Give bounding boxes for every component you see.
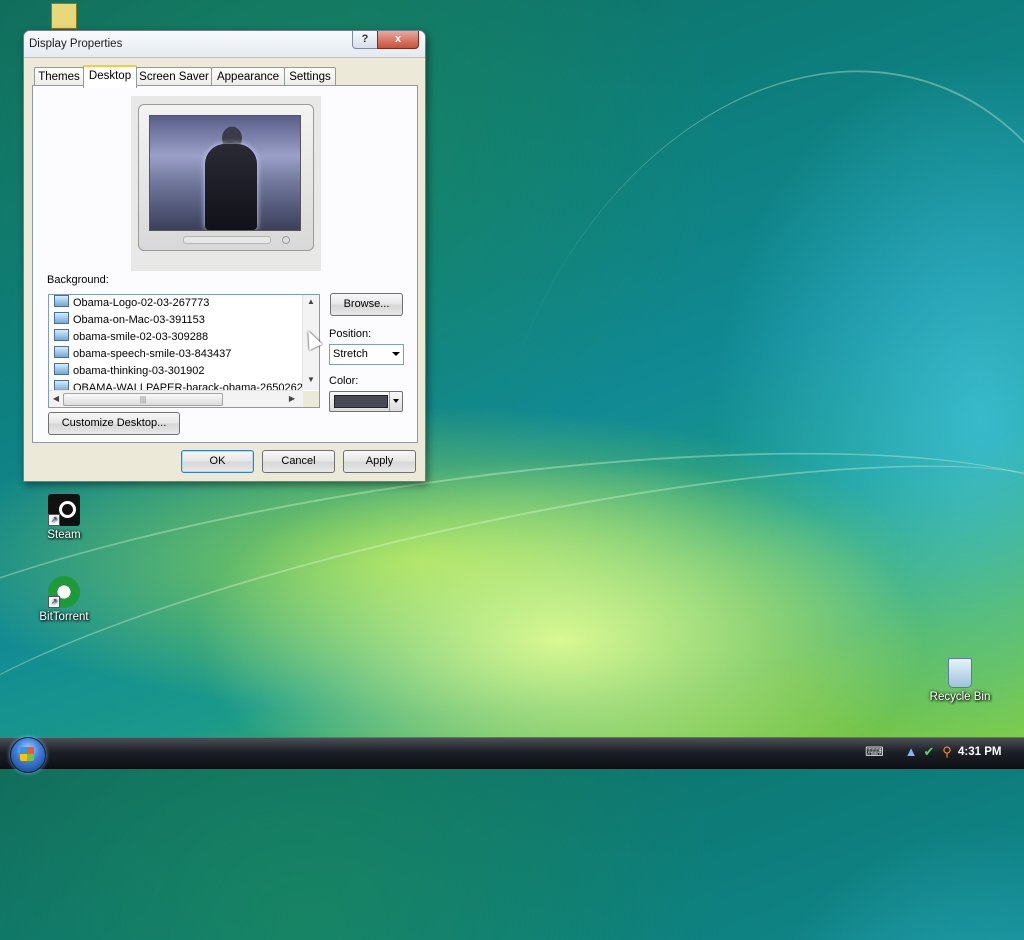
desktop-icon-steam[interactable]: ↗ Steam xyxy=(24,494,104,541)
browse-button[interactable]: Browse... xyxy=(330,293,403,316)
list-item[interactable]: obama-smile-02-03-309288 xyxy=(54,329,208,346)
taskbar-clock[interactable]: 4:31 PM xyxy=(958,746,1001,758)
cancel-button[interactable]: Cancel xyxy=(262,450,335,473)
scroll-up-arrow-icon[interactable]: ▲ xyxy=(304,295,318,309)
list-item-label: Obama-on-Mac-03-391153 xyxy=(73,314,205,326)
position-label: Position: xyxy=(329,328,372,340)
list-item-label: obama-smile-02-03-309288 xyxy=(73,331,209,343)
horizontal-scrollbar[interactable]: ◀ ||| ▶ xyxy=(49,390,303,407)
color-picker-button[interactable] xyxy=(329,391,403,412)
keyboard-icon[interactable]: ⌨ xyxy=(865,744,884,760)
tab-desktop[interactable]: Desktop xyxy=(83,65,137,88)
monitor-power-led xyxy=(282,236,290,244)
network-icon[interactable]: ▲ xyxy=(903,744,919,760)
monitor-bezel xyxy=(138,104,314,251)
ok-button[interactable]: OK xyxy=(181,450,254,473)
tab-appearance[interactable]: Appearance xyxy=(211,67,285,86)
desktop-icon-recycle-bin[interactable]: Recycle Bin xyxy=(920,658,1000,703)
list-item[interactable]: Obama-Logo-02-03-267773 xyxy=(54,295,209,312)
windows-logo-icon xyxy=(20,747,34,761)
shortcut-app-icon xyxy=(51,3,77,29)
help-button[interactable]: ? xyxy=(352,31,378,49)
desktop-icon-label: Steam xyxy=(47,529,81,541)
shortcut-arrow-icon: ↗ xyxy=(48,514,60,526)
list-item[interactable]: Obama-on-Mac-03-391153 xyxy=(54,312,205,329)
position-value: Stretch xyxy=(333,348,368,360)
list-item[interactable]: obama-speech-smile-03-843437 xyxy=(54,346,231,363)
wallpaper-preview-image xyxy=(149,115,301,231)
scroll-left-arrow-icon[interactable]: ◀ xyxy=(49,392,63,406)
desktop-icon-label: Recycle Bin xyxy=(929,691,991,703)
desktop-icon-label: BitTorrent xyxy=(39,611,89,623)
background-listbox[interactable]: Obama-Logo-02-03-267773 Obama-on-Mac-03-… xyxy=(48,294,320,408)
scrollbar-corner xyxy=(303,391,319,407)
desktop-icon-partial[interactable] xyxy=(24,3,104,32)
tab-themes[interactable]: Themes xyxy=(34,67,84,86)
apply-button[interactable]: Apply xyxy=(343,450,416,473)
color-label: Color: xyxy=(329,375,359,387)
image-file-icon xyxy=(54,295,69,307)
list-item-label: obama-thinking-03-301902 xyxy=(73,365,205,377)
security-check-icon[interactable]: ✔ xyxy=(921,744,937,760)
color-swatch xyxy=(334,395,388,408)
steam-icon: ↗ xyxy=(48,494,80,526)
display-properties-dialog: Display Properties ? x Themes Desktop Sc… xyxy=(23,30,426,482)
list-item[interactable]: obama-thinking-03-301902 xyxy=(54,363,204,380)
list-item-label: Obama-Logo-02-03-267773 xyxy=(73,297,210,309)
desktop-tab-panel: Background: Obama-Logo-02-03-267773 Obam… xyxy=(32,85,418,443)
monitor-control-strip xyxy=(183,236,271,244)
background-label: Background: xyxy=(47,274,109,286)
chevron-down-icon xyxy=(392,352,400,356)
customize-desktop-button[interactable]: Customize Desktop... xyxy=(48,412,180,435)
shortcut-arrow-icon: ↗ xyxy=(48,596,60,608)
scroll-right-arrow-icon[interactable]: ▶ xyxy=(285,392,299,406)
tab-settings[interactable]: Settings xyxy=(284,67,336,86)
dialog-titlebar[interactable]: Display Properties ? x xyxy=(24,31,425,58)
image-file-icon xyxy=(54,363,69,375)
dialog-title: Display Properties xyxy=(29,38,123,50)
wallpaper-figure xyxy=(205,144,257,230)
scroll-down-arrow-icon[interactable]: ▼ xyxy=(304,373,318,387)
tab-screen-saver[interactable]: Screen Saver xyxy=(136,67,212,86)
image-file-icon xyxy=(54,312,69,324)
desktop-icon-bittorrent[interactable]: ↗ BitTorrent xyxy=(24,576,104,623)
chevron-down-icon xyxy=(393,399,399,403)
search-icon[interactable]: ⚲ xyxy=(939,744,955,760)
wallpaper-swoosh xyxy=(380,0,1024,940)
image-file-icon xyxy=(54,329,69,341)
horizontal-scroll-thumb[interactable]: ||| xyxy=(63,393,223,406)
close-button[interactable]: x xyxy=(377,31,419,49)
list-item-label: obama-speech-smile-03-843437 xyxy=(73,348,232,360)
recycle-bin-icon xyxy=(948,658,972,688)
monitor-preview xyxy=(131,96,321,271)
bittorrent-icon: ↗ xyxy=(48,576,80,608)
position-dropdown[interactable]: Stretch xyxy=(329,344,404,365)
image-file-icon xyxy=(54,346,69,358)
